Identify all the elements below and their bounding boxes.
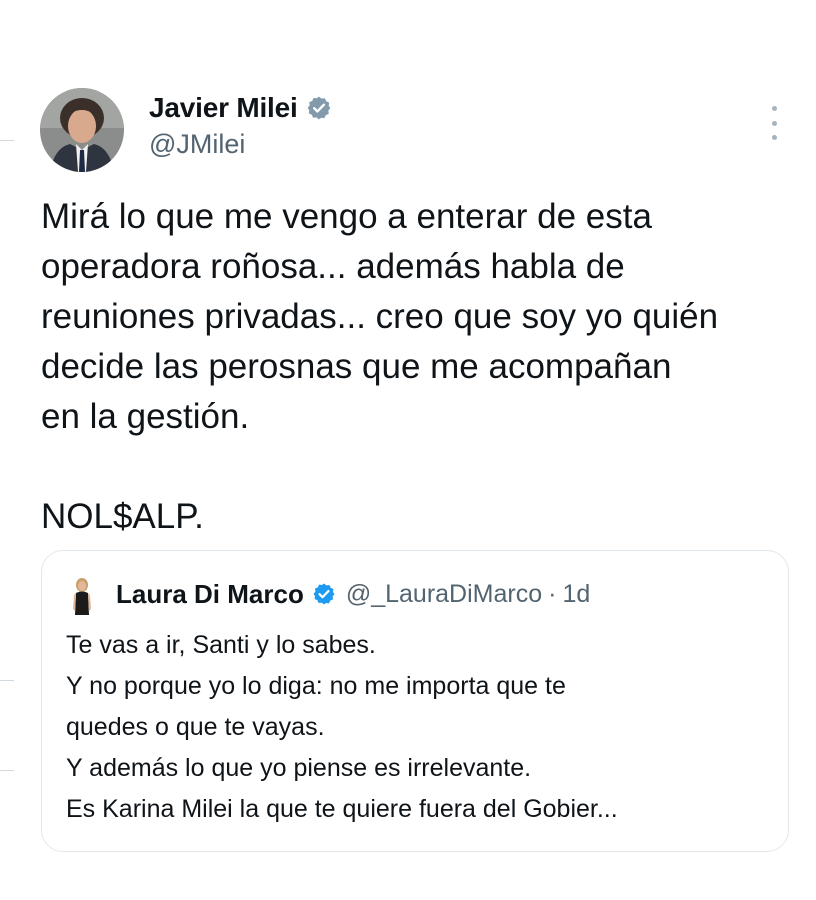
- author-name[interactable]: Javier Milei: [149, 92, 298, 124]
- quoted-author-avatar[interactable]: [64, 575, 100, 617]
- quoted-author-avatar-image: [64, 575, 100, 617]
- verified-badge-icon: [306, 95, 332, 121]
- tweet-text-line: en la gestión.: [41, 397, 250, 436]
- divider: [0, 680, 14, 681]
- quoted-tweet-text-line: Y no porque yo lo diga: no me importa qu…: [66, 672, 566, 700]
- quoted-tweet-separator: ·: [548, 579, 557, 608]
- more-vertical-icon: [771, 120, 777, 126]
- tweet-text-line: decide las perosnas que me acompañan: [41, 347, 672, 386]
- more-vertical-icon: [771, 106, 777, 111]
- quoted-tweet-text: Te vas a ir, Santi y lo sabes. Y no porq…: [66, 625, 776, 830]
- verified-badge-icon: [312, 582, 336, 606]
- quoted-tweet[interactable]: Laura Di Marco @_LauraDiMarco · 1d Te va…: [41, 550, 789, 852]
- quoted-tweet-text-line: Es Karina Milei la que te quiere fuera d…: [66, 795, 618, 823]
- tweet-text-line: NOL$ALP.: [41, 497, 204, 536]
- quoted-author-name[interactable]: Laura Di Marco: [116, 579, 304, 610]
- author-name-row: Javier Milei: [149, 91, 332, 125]
- tweet-text-line: Mirá lo que me vengo a enterar de esta: [41, 197, 652, 236]
- quoted-author-handle[interactable]: @_LauraDiMarco: [346, 580, 542, 609]
- more-options-button[interactable]: [762, 106, 786, 140]
- tweet-text: Mirá lo que me vengo a enterar de esta o…: [41, 192, 801, 542]
- author-avatar[interactable]: [40, 88, 124, 172]
- tweet-card: Javier Milei @JMilei Mirá lo que me veng…: [0, 0, 816, 900]
- quoted-tweet-text-line: Y además lo que yo piense es irrelevante…: [66, 754, 532, 782]
- divider: [0, 770, 14, 771]
- tweet-text-blank-line: [41, 442, 801, 492]
- author-avatar-image: [40, 88, 124, 172]
- tweet-text-line: operadora roñosa... además habla de: [41, 247, 625, 286]
- quoted-tweet-header: Laura Di Marco @_LauraDiMarco · 1d: [116, 577, 590, 611]
- quoted-tweet-timestamp[interactable]: 1d: [562, 580, 590, 609]
- quoted-tweet-text-line: Te vas a ir, Santi y lo sabes.: [66, 631, 376, 659]
- tweet-text-line: reuniones privadas... creo que soy yo qu…: [41, 297, 719, 336]
- divider: [0, 140, 14, 141]
- more-vertical-icon: [771, 135, 777, 140]
- author-handle[interactable]: @JMilei: [149, 129, 245, 160]
- quoted-tweet-text-line: quedes o que te vayas.: [66, 713, 325, 741]
